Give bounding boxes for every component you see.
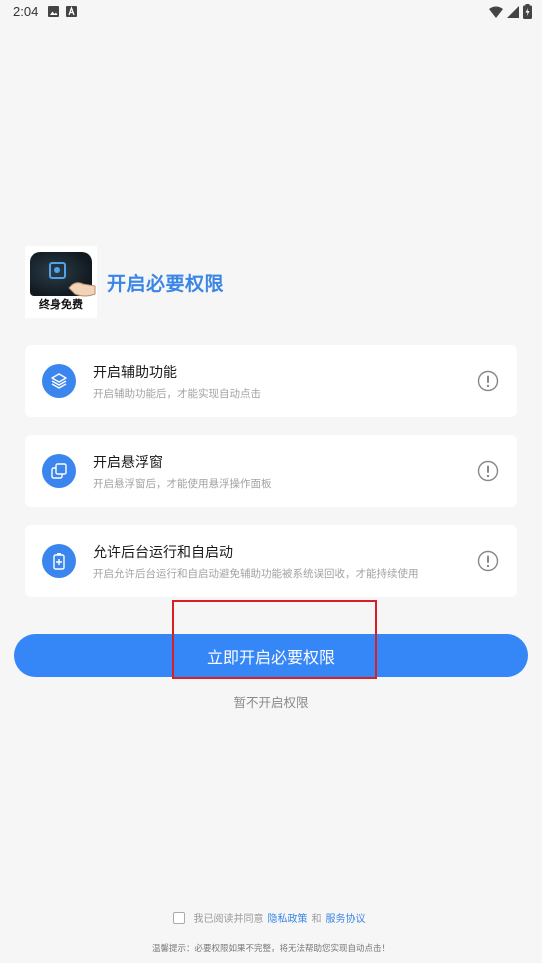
permission-card-accessibility[interactable]: 开启辅助功能 开启辅助功能后，才能实现自动点击	[25, 345, 517, 417]
background-icon-badge	[42, 544, 76, 578]
cell-signal-icon	[507, 5, 519, 18]
permission-title: 允许后台运行和自启动	[93, 545, 233, 561]
info-icon[interactable]	[477, 370, 499, 392]
agreement-and: 和	[311, 914, 322, 925]
app-logo: 终身免费	[25, 246, 97, 318]
agreement-prefix: 我已阅读并同意	[193, 914, 264, 925]
permission-card-background[interactable]: 允许后台运行和自启动 开启允许后台运行和自启动避免辅助功能被系统误回收，才能持续…	[25, 525, 517, 597]
logo-caption: 终身免费	[39, 298, 83, 311]
privacy-policy-link[interactable]: 隐私政策	[268, 910, 308, 925]
permission-desc: 开启辅助功能后，才能实现自动点击	[93, 388, 261, 400]
header: 终身免费 开启必要权限	[25, 246, 224, 318]
battery-charging-icon	[523, 4, 532, 19]
enable-permissions-button[interactable]: 立即开启必要权限	[14, 634, 528, 677]
permission-title: 开启悬浮窗	[93, 455, 163, 471]
floating-window-icon	[51, 463, 67, 479]
accessibility-icon-badge	[42, 364, 76, 398]
agreement-checkbox[interactable]	[172, 911, 185, 924]
wifi-icon	[489, 6, 503, 18]
permission-title: 开启辅助功能	[93, 365, 177, 381]
permission-desc: 开启悬浮窗后，才能使用悬浮操作面板	[93, 478, 272, 490]
agreement-row: 我已阅读并同意 隐私政策 和 服务协议	[0, 910, 542, 925]
permission-desc: 开启允许后台运行和自启动避免辅助功能被系统误回收，才能持续使用	[93, 568, 419, 580]
text-notification-icon	[66, 6, 77, 17]
info-icon[interactable]	[477, 460, 499, 482]
overlay-icon-badge	[42, 454, 76, 488]
status-bar: 2:04	[0, 0, 542, 24]
status-time: 2:04	[13, 4, 39, 19]
layers-icon	[51, 373, 67, 389]
page-title: 开启必要权限	[107, 272, 225, 295]
service-agreement-link[interactable]: 服务协议	[326, 910, 366, 925]
footer-tip: 温馨提示：必要权限如果不完整，将无法帮助您实现自动点击！	[151, 944, 390, 954]
permission-card-overlay[interactable]: 开启悬浮窗 开启悬浮窗后，才能使用悬浮操作面板	[25, 435, 517, 507]
battery-plus-icon	[53, 553, 65, 570]
image-notification-icon	[48, 6, 59, 17]
info-icon[interactable]	[477, 550, 499, 572]
skip-permissions-link[interactable]: 暂不开启权限	[0, 692, 542, 711]
